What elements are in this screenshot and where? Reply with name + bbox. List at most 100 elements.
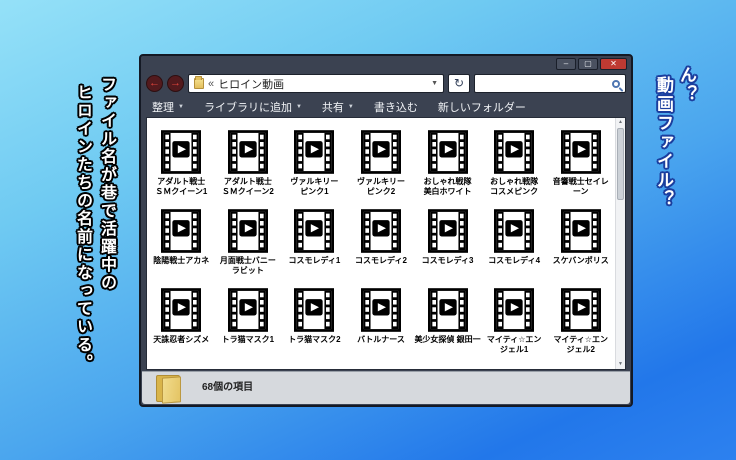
toolbar-item-label: 書き込む — [374, 99, 418, 115]
video-file-icon — [494, 288, 534, 332]
file-item[interactable]: おしゃれ戦隊 コスメピンク — [481, 130, 548, 197]
video-file-icon — [561, 288, 601, 332]
video-file-icon — [294, 288, 334, 332]
right-caption-line1: ん？ — [675, 66, 698, 209]
file-name-label: おしゃれ戦隊 コスメピンク — [490, 177, 538, 196]
file-item[interactable]: コスモレディ3 — [414, 209, 481, 276]
video-file-icon — [294, 209, 334, 253]
breadcrumb-location[interactable]: ヒロイン動画 — [218, 76, 284, 92]
video-file-icon — [228, 288, 268, 332]
file-name-label: マイティ☆エン ジェル2 — [553, 335, 608, 354]
file-item[interactable]: ヴァルキリー ピンク1 — [281, 130, 348, 197]
refresh-button[interactable]: ↻ — [448, 74, 470, 93]
file-name-label: コスモレディ4 — [488, 256, 540, 266]
close-button[interactable]: ✕ — [600, 58, 627, 70]
item-count-label: 68個の項目 — [202, 378, 253, 393]
address-bar[interactable]: « ヒロイン動画 ▼ — [188, 74, 444, 93]
file-name-label: 美少女探偵 銀田一 — [414, 335, 480, 345]
file-item[interactable]: マイティ☆エン ジェル2 — [547, 288, 614, 355]
file-name-label: コスモレディ3 — [422, 256, 474, 266]
file-item[interactable]: 陰陽戦士アカネ — [148, 209, 215, 276]
file-item[interactable]: コスモレディ2 — [348, 209, 415, 276]
file-name-label: 陰陽戦士アカネ — [153, 256, 209, 266]
toolbar-item[interactable]: 整理 ▼ — [152, 99, 184, 115]
chevron-down-icon: ▼ — [348, 104, 354, 110]
window-controls: – ▢ ✕ — [556, 58, 627, 70]
file-name-label: ヴァルキリー ピンク1 — [290, 177, 338, 196]
file-name-label: スケバンポリス — [553, 256, 609, 266]
file-name-label: 音響戦士セイレ ーン — [553, 177, 609, 196]
back-button[interactable]: ← — [146, 75, 163, 92]
status-bar: 68個の項目 — [142, 371, 630, 404]
video-file-icon — [561, 209, 601, 253]
video-file-icon — [494, 130, 534, 174]
maximize-button[interactable]: ▢ — [578, 58, 598, 70]
video-file-icon — [294, 130, 334, 174]
file-item[interactable]: 美少女探偵 銀田一 — [414, 288, 481, 355]
chevron-down-icon: ▼ — [296, 104, 302, 110]
video-file-icon — [428, 288, 468, 332]
file-name-label: コスモレディ1 — [288, 256, 340, 266]
folder-icon — [194, 78, 204, 89]
search-box[interactable] — [474, 74, 626, 93]
video-file-icon — [228, 130, 268, 174]
title-bar[interactable]: – ▢ ✕ — [141, 56, 631, 71]
address-dropdown-icon[interactable]: ▼ — [431, 80, 438, 87]
file-item[interactable]: トラ猫マスク2 — [281, 288, 348, 355]
file-item[interactable]: アダルト戦士 ＳＭクイーン1 — [148, 130, 215, 197]
forward-button[interactable]: → — [167, 75, 184, 92]
right-caption-line2: 動画ファイル？ — [652, 76, 675, 209]
video-file-icon — [494, 209, 534, 253]
vertical-scrollbar[interactable]: ▲ ▼ — [615, 118, 625, 369]
file-grid: アダルト戦士 ＳＭクイーン1 アダルト戦士 ＳＭクイーン2 — [148, 118, 614, 369]
file-name-label: 天誅忍者シズメ — [153, 335, 209, 345]
file-item[interactable]: おしゃれ戦隊 美白ホワイト — [414, 130, 481, 197]
file-name-label: 月面戦士バニー ラビット — [220, 256, 276, 275]
file-name-label: コスモレディ2 — [355, 256, 407, 266]
scrollbar-thumb[interactable] — [617, 128, 624, 200]
file-name-label: トラ猫マスク1 — [222, 335, 274, 345]
minimize-button[interactable]: – — [556, 58, 576, 70]
toolbar-item-label: ライブラリに追加 — [204, 99, 292, 115]
file-list-area: アダルト戦士 ＳＭクイーン1 アダルト戦士 ＳＭクイーン2 — [146, 117, 626, 370]
breadcrumb-chevron-icon: « — [208, 78, 214, 90]
toolbar-item-label: 整理 — [152, 99, 174, 115]
video-file-icon — [428, 209, 468, 253]
file-item[interactable]: 音響戦士セイレ ーン — [547, 130, 614, 197]
right-caption: ん？ 動画ファイル？ — [652, 66, 698, 209]
video-file-icon — [428, 130, 468, 174]
file-item[interactable]: アダルト戦士 ＳＭクイーン2 — [215, 130, 282, 197]
toolbar-item[interactable]: 書き込む — [374, 99, 418, 115]
file-name-label: トラ猫マスク2 — [288, 335, 340, 345]
search-icon — [612, 80, 620, 88]
scroll-down-icon[interactable]: ▼ — [616, 360, 625, 369]
left-caption-line1: ファイル名が巷で活躍中の — [94, 76, 118, 372]
file-item[interactable]: バトルナース — [348, 288, 415, 355]
toolbar-item[interactable]: 共有 ▼ — [322, 99, 354, 115]
file-name-label: アダルト戦士 ＳＭクイーン2 — [222, 177, 274, 196]
scroll-up-icon[interactable]: ▲ — [616, 118, 625, 127]
file-name-label: ヴァルキリー ピンク2 — [357, 177, 405, 196]
toolbar-item[interactable]: ライブラリに追加 ▼ — [204, 99, 302, 115]
file-name-label: アダルト戦士 ＳＭクイーン1 — [155, 177, 207, 196]
file-item[interactable]: ヴァルキリー ピンク2 — [348, 130, 415, 197]
folder-icon — [156, 375, 180, 402]
left-caption-line2: ヒロインたちの名前になっている。 — [70, 84, 94, 372]
file-item[interactable]: コスモレディ4 — [481, 209, 548, 276]
search-input[interactable] — [480, 78, 612, 89]
video-file-icon — [361, 288, 401, 332]
file-item[interactable]: 天誅忍者シズメ — [148, 288, 215, 355]
toolbar-item-label: 共有 — [322, 99, 344, 115]
file-name-label: おしゃれ戦隊 美白ホワイト — [424, 177, 472, 196]
toolbar-item[interactable]: 新しいフォルダー — [438, 99, 526, 115]
file-item[interactable]: コスモレディ1 — [281, 209, 348, 276]
video-file-icon — [361, 130, 401, 174]
file-item[interactable]: 月面戦士バニー ラビット — [215, 209, 282, 276]
toolbar: 整理 ▼ ライブラリに追加 ▼ 共有 ▼ 書き込む 新しいフォルダー — [146, 96, 626, 117]
file-item[interactable]: スケバンポリス — [547, 209, 614, 276]
video-file-icon — [228, 209, 268, 253]
file-item[interactable]: マイティ☆エン ジェル1 — [481, 288, 548, 355]
file-item[interactable]: トラ猫マスク1 — [215, 288, 282, 355]
video-file-icon — [161, 130, 201, 174]
video-file-icon — [561, 130, 601, 174]
